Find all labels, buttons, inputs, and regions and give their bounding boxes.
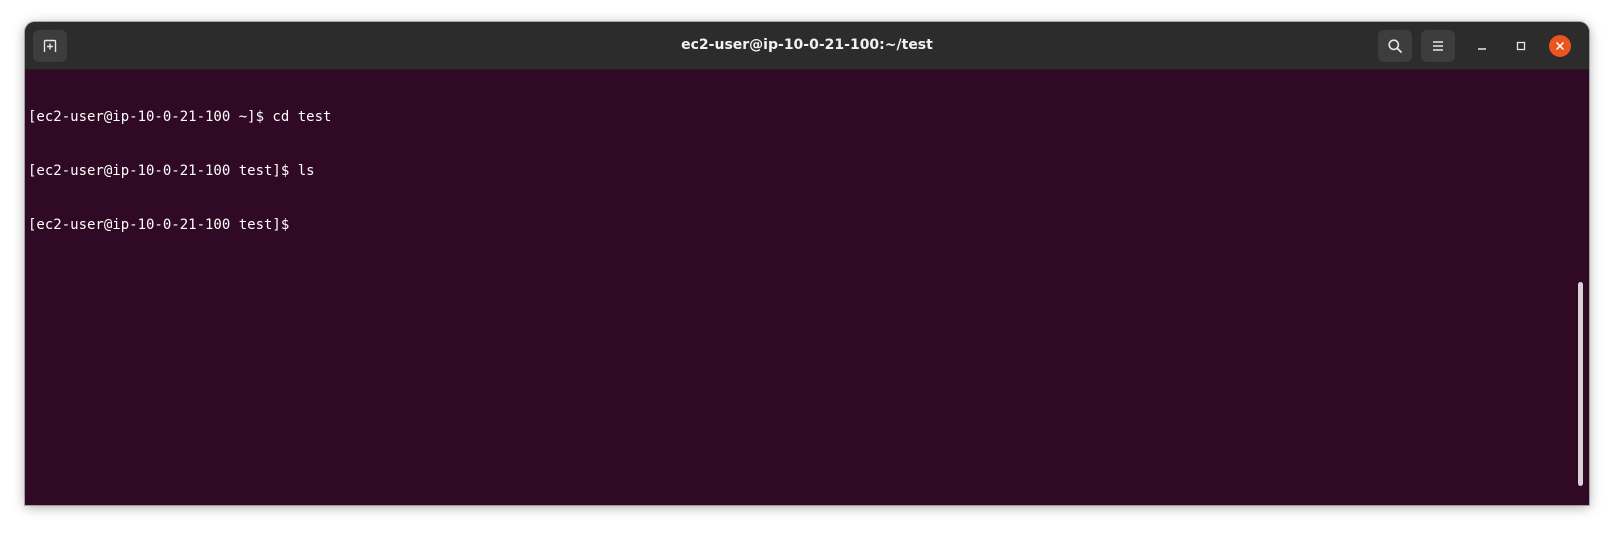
close-icon (1555, 41, 1565, 51)
search-icon (1388, 39, 1402, 53)
window-title: ec2-user@ip-10-0-21-100:~/test (681, 37, 933, 53)
new-tab-button[interactable] (33, 30, 67, 62)
terminal-line: [ec2-user@ip-10-0-21-100 test]$ ls (28, 163, 315, 179)
terminal-window: ec2-user@ip-10-0-21-100:~/test [ec2-user… (25, 22, 1589, 505)
search-button[interactable] (1378, 30, 1412, 62)
minimize-button[interactable] (1471, 35, 1493, 57)
title-bar[interactable]: ec2-user@ip-10-0-21-100:~/test (25, 22, 1589, 70)
terminal-output[interactable]: [ec2-user@ip-10-0-21-100 ~]$ cd test [ec… (25, 70, 1573, 505)
maximize-icon (1516, 41, 1526, 51)
hamburger-menu-icon (1433, 41, 1443, 51)
scrollbar-thumb[interactable] (1578, 282, 1583, 486)
maximize-button[interactable] (1510, 35, 1532, 57)
close-button[interactable] (1549, 35, 1571, 57)
terminal-prompt-line: [ec2-user@ip-10-0-21-100 test]$ (28, 217, 290, 233)
menu-button[interactable] (1421, 30, 1455, 62)
terminal-line: [ec2-user@ip-10-0-21-100 ~]$ cd test (28, 109, 332, 125)
new-tab-icon (43, 39, 57, 52)
minimize-icon (1478, 48, 1486, 50)
scrollbar[interactable] (1575, 70, 1587, 505)
